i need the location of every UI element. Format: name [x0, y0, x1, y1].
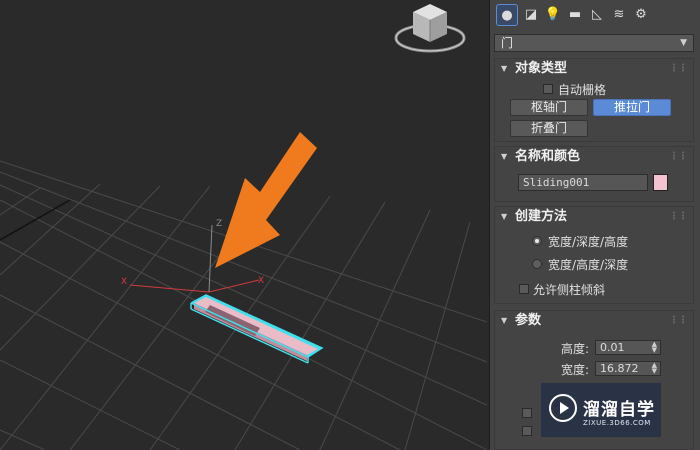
rollout-header-creation-method[interactable]: ▼ 创建方法 ⋮⋮	[495, 207, 693, 227]
rollout-creation-method: ▼ 创建方法 ⋮⋮ 宽度/深度/高度 宽度/高度/深度 允许侧柱倾斜	[494, 206, 694, 304]
category-dropdown-value: 门	[501, 36, 514, 50]
world-axis-line	[0, 199, 71, 241]
sliding-door-object	[190, 294, 324, 364]
rollout-name-color: ▼ 名称和颜色 ⋮⋮ Sliding001	[494, 146, 694, 202]
width-label: 宽度:	[561, 363, 590, 377]
rollout-header-object-type[interactable]: ▼ 对象类型 ⋮⋮	[495, 59, 693, 79]
allow-jamb-skew-label: 允许侧柱倾斜	[533, 283, 606, 297]
command-panel-tabs: ● ◪ 💡 ▬ ◺ ≋ ⚙	[494, 4, 694, 28]
shapes-icon[interactable]: ◪	[520, 4, 542, 26]
rollout-title: 参数	[515, 313, 542, 328]
drag-handle-icon[interactable]: ⋮⋮	[669, 207, 688, 227]
spinner-arrows-icon[interactable]: ▲ ▼	[652, 362, 657, 375]
parameter-checkbox-1[interactable]	[522, 408, 532, 418]
perspective-viewport[interactable]: X X Z	[0, 0, 487, 450]
chevron-down-icon: ▼	[680, 38, 687, 48]
allow-jamb-skew-checkbox[interactable]	[519, 284, 529, 294]
watermark-url: ZIXUE.3D66.COM	[583, 419, 651, 427]
rollout-title: 创建方法	[515, 209, 568, 224]
spacewarps-icon[interactable]: ≋	[608, 4, 630, 26]
pivot-door-button[interactable]: 枢轴门	[510, 99, 588, 116]
collapse-triangle-icon: ▼	[501, 316, 508, 325]
category-dropdown[interactable]: 门 ▼	[494, 34, 694, 52]
creation-radio-wdh[interactable]	[532, 236, 542, 246]
autogrid-checkbox[interactable]	[543, 84, 553, 94]
sliding-door-button[interactable]: 推拉门	[593, 99, 671, 116]
creation-option-whd: 宽度/高度/深度	[548, 258, 629, 272]
watermark-title: 溜溜自学	[583, 400, 655, 420]
height-label: 高度:	[561, 342, 590, 356]
rollout-header-parameters[interactable]: ▼ 参数 ⋮⋮	[495, 311, 693, 331]
rollout-title: 对象类型	[515, 61, 568, 76]
play-logo-icon	[549, 394, 577, 422]
annotation-arrow	[215, 132, 317, 268]
axis-z-label: Z	[216, 219, 222, 229]
height-spinner[interactable]: 0.01 ▲ ▼	[595, 340, 661, 355]
creation-radio-whd[interactable]	[532, 259, 542, 269]
viewcube[interactable]	[394, 4, 466, 53]
width-spinner[interactable]: 16.872 ▲ ▼	[595, 361, 661, 376]
parameter-checkbox-2[interactable]	[522, 426, 532, 436]
drag-handle-icon[interactable]: ⋮⋮	[669, 147, 688, 167]
object-name-input[interactable]: Sliding001	[518, 174, 648, 191]
rollout-header-name-color[interactable]: ▼ 名称和颜色 ⋮⋮	[495, 147, 693, 167]
viewport-canvas: X X Z	[0, 4, 487, 450]
height-value: 0.01	[600, 341, 625, 354]
create-sphere-icon[interactable]: ●	[496, 4, 518, 26]
rollout-title: 名称和颜色	[515, 149, 581, 164]
axis-x-label: X	[121, 277, 127, 287]
object-color-swatch[interactable]	[653, 174, 668, 191]
rollout-object-type: ▼ 对象类型 ⋮⋮ 自动栅格 枢轴门 推拉门 折叠门	[494, 58, 694, 142]
axis-x-label-right: X	[258, 276, 264, 286]
drag-handle-icon[interactable]: ⋮⋮	[669, 59, 688, 79]
autogrid-label: 自动栅格	[558, 83, 607, 97]
lights-icon[interactable]: 💡	[542, 4, 564, 26]
bifold-door-button[interactable]: 折叠门	[510, 120, 588, 137]
collapse-triangle-icon: ▼	[501, 212, 508, 221]
spinner-arrows-icon[interactable]: ▲ ▼	[652, 341, 657, 354]
creation-option-wdh: 宽度/深度/高度	[548, 235, 629, 249]
collapse-triangle-icon: ▼	[501, 152, 508, 161]
collapse-triangle-icon: ▼	[501, 64, 508, 73]
cameras-icon[interactable]: ▬	[564, 4, 586, 26]
helpers-icon[interactable]: ◺	[586, 4, 608, 26]
watermark-logo: 溜溜自学 ZIXUE.3D66.COM	[541, 383, 661, 437]
width-value: 16.872	[600, 362, 639, 375]
systems-icon[interactable]: ⚙	[630, 4, 652, 26]
drag-handle-icon[interactable]: ⋮⋮	[669, 311, 688, 331]
